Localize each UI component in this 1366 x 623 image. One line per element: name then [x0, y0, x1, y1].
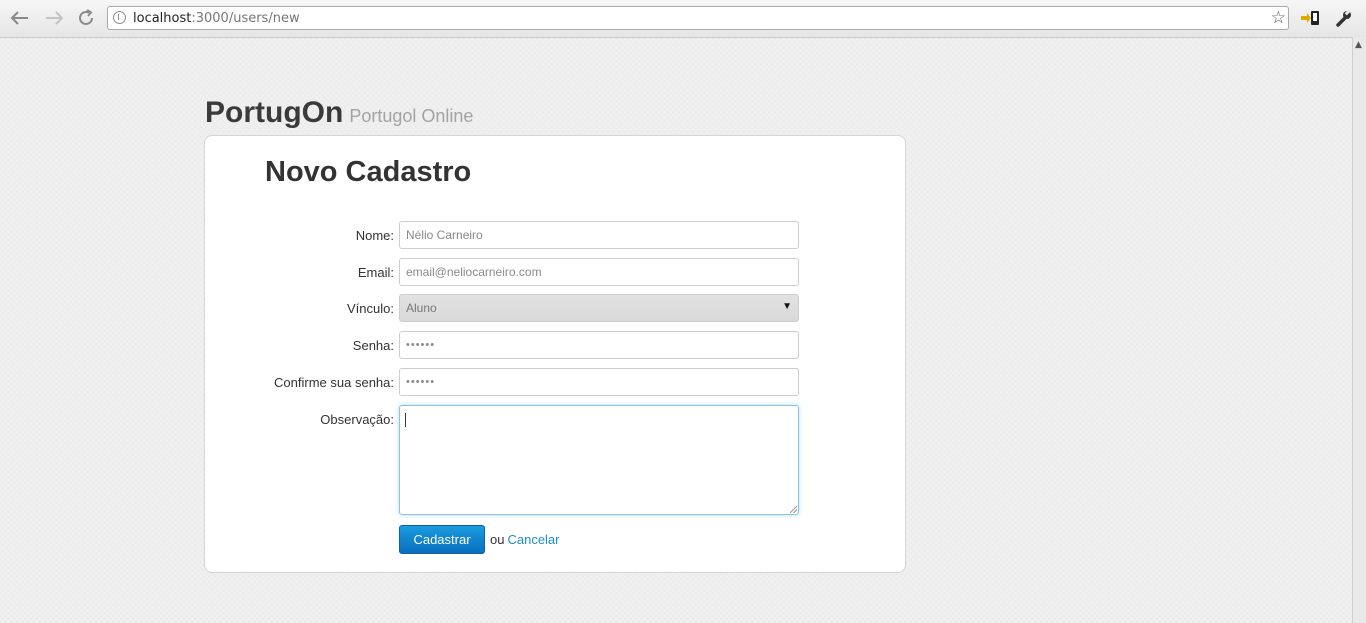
cancel-link[interactable]: Cancelar	[507, 532, 559, 547]
page-info-icon[interactable]	[113, 11, 126, 24]
forward-icon[interactable]	[42, 6, 66, 30]
brand-name[interactable]: PortugOn	[205, 96, 343, 129]
extension-icon[interactable]	[1299, 8, 1321, 28]
name-input[interactable]: Nélio Carneiro	[399, 221, 799, 249]
address-url[interactable]: localhost:3000/users/new	[133, 11, 300, 26]
vinculo-selected-value: Aluno	[406, 301, 437, 315]
form-actions: Cadastrar ou Cancelar	[399, 525, 560, 554]
page-viewport: PortugOn Portugol Online Novo Cadastro No…	[0, 38, 1352, 623]
bookmark-star-icon[interactable]: ☆	[1271, 8, 1286, 28]
password-label: Senha:	[352, 338, 394, 353]
url-host: localhost	[133, 11, 192, 26]
wrench-icon[interactable]	[1333, 8, 1355, 28]
or-text: ou	[490, 532, 505, 547]
back-icon[interactable]	[8, 6, 32, 30]
email-input[interactable]: email@neliocarneiro.com	[399, 258, 799, 286]
password-input[interactable]: ••••••	[399, 331, 799, 359]
site-header: PortugOn Portugol Online	[205, 96, 473, 130]
vinculo-select[interactable]: Aluno ▼	[399, 294, 799, 322]
vinculo-label: Vínculo:	[347, 301, 394, 316]
browser-toolbar: localhost:3000/users/new ☆	[0, 0, 1366, 38]
reload-icon[interactable]	[74, 6, 98, 30]
email-label: Email:	[357, 265, 394, 280]
vertical-scrollbar[interactable]: ▲	[1352, 37, 1366, 623]
resize-grip-icon[interactable]	[790, 506, 797, 513]
text-cursor	[405, 413, 406, 427]
submit-button[interactable]: Cadastrar	[399, 525, 485, 554]
name-label: Nome:	[355, 228, 394, 243]
brand-tagline: Portugol Online	[349, 106, 474, 126]
observation-label: Observação:	[320, 412, 394, 427]
password-confirm-input[interactable]: ••••••	[399, 368, 799, 396]
url-path: :3000/users/new	[191, 11, 300, 26]
page-title: Novo Cadastro	[265, 156, 472, 188]
address-bar[interactable]: localhost:3000/users/new ☆	[107, 6, 1289, 30]
password-confirm-label: Confirme sua senha:	[274, 375, 394, 390]
registration-card: Novo Cadastro Nome: Nélio Carneiro Email…	[204, 135, 906, 573]
observation-textarea[interactable]	[399, 405, 799, 515]
dropdown-caret-icon: ▼	[782, 301, 792, 312]
scroll-up-icon[interactable]: ▲	[1355, 40, 1362, 50]
